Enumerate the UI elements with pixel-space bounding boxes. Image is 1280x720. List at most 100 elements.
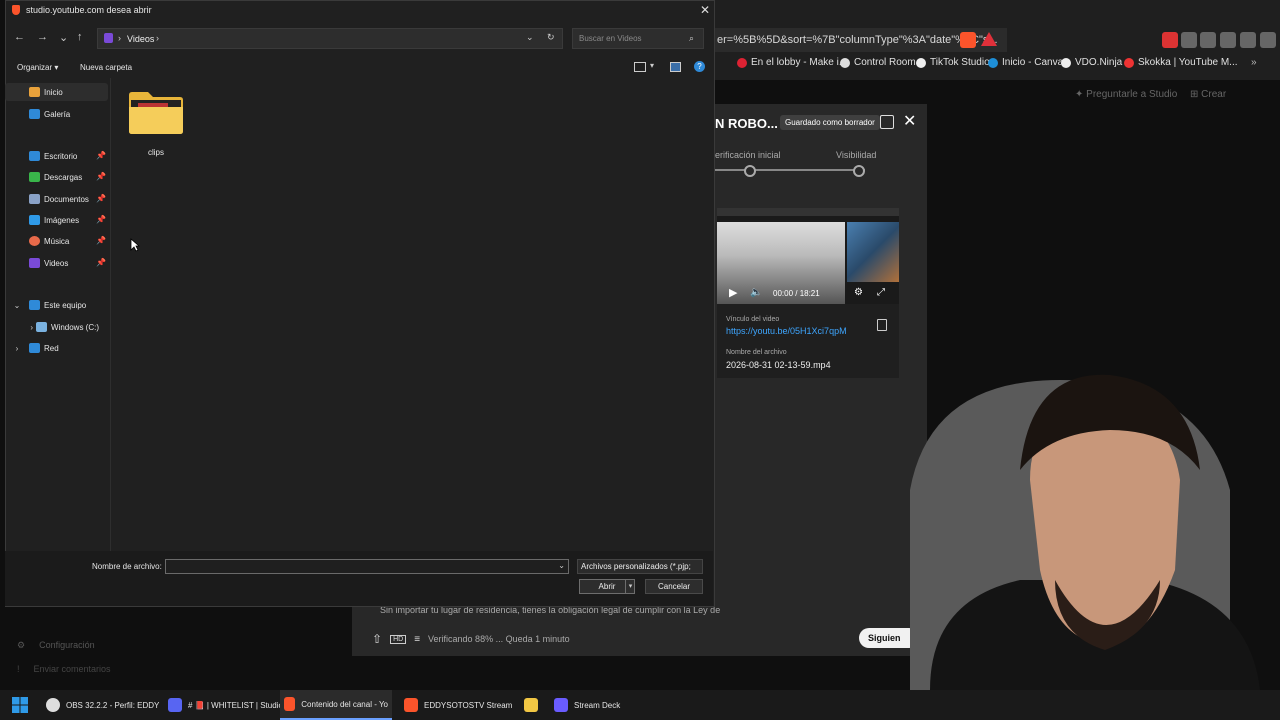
ask-studio-button[interactable]: ✦ Preguntarle a Studio	[1075, 89, 1177, 100]
back-arrow-icon[interactable]: ←	[14, 31, 25, 43]
chevron-right-icon[interactable]: ›	[5, 323, 36, 332]
nav-item-gallery[interactable]: Galería	[5, 105, 108, 123]
more-bookmarks-icon[interactable]: »	[1251, 57, 1257, 68]
folder-icon[interactable]	[128, 91, 184, 135]
dialog-title: studio.youtube.com desea abrir	[26, 5, 152, 15]
chevron-right-icon[interactable]: ›	[5, 344, 29, 353]
file-type-select[interactable]: Archivos personalizados (*.pjp;	[577, 559, 703, 574]
nav-item-pictures[interactable]: Imágenes 📌	[5, 211, 108, 229]
brave-shield-icon[interactable]	[960, 32, 976, 48]
search-input[interactable]: Buscar en Videos ⌕	[572, 28, 704, 49]
download-icon[interactable]	[1200, 32, 1216, 48]
create-label: Crear	[1201, 89, 1227, 100]
bookmark-tiktok[interactable]: TikTok Studio	[916, 57, 990, 68]
close-icon[interactable]: ✕	[903, 111, 916, 131]
fullscreen-icon[interactable]: ⤢	[877, 287, 885, 298]
taskbar-brave-studio[interactable]: Contenido del canal - Yo	[280, 690, 392, 720]
create-button[interactable]: ⊞ Crear	[1190, 89, 1226, 100]
video-preview[interactable]: ▶ 🔈 00:00 / 18:21 ⚙ ⤢	[717, 208, 899, 304]
nav-item-documents[interactable]: Documentos 📌	[5, 190, 108, 208]
nav-item-home[interactable]: Inicio	[5, 83, 108, 101]
bookmark-vdo-ninja[interactable]: VDO.Ninja	[1061, 57, 1122, 68]
nav-item-this-pc[interactable]: ⌄ Este equipo	[5, 296, 108, 314]
hd-icon: HD	[390, 634, 407, 644]
nav-item-music[interactable]: Música 📌	[5, 232, 108, 250]
upload-status-text: Verificando 88% ... Queda 1 minuto	[428, 634, 570, 644]
breadcrumb-videos[interactable]: Videos	[127, 34, 154, 44]
start-button[interactable]	[12, 690, 28, 720]
preview-pane-icon[interactable]	[670, 62, 681, 72]
bookmark-lobby[interactable]: En el lobby - Make i...	[737, 57, 847, 68]
streamer-image	[910, 374, 1260, 690]
forward-arrow-icon[interactable]: →	[37, 31, 48, 43]
document-icon	[29, 194, 40, 204]
sidebar-feedback[interactable]: ! Enviar comentarios	[17, 664, 111, 674]
cancel-button[interactable]: Cancelar	[645, 579, 703, 594]
gear-icon: ⚙	[17, 640, 26, 650]
tiktok-icon	[916, 57, 926, 68]
video-link[interactable]: https://youtu.be/05H1Xci7qpM	[726, 326, 847, 336]
address-bar[interactable]: › Videos › ⌄ ↻	[97, 28, 563, 49]
pin-icon[interactable]: 📌	[96, 194, 106, 203]
file-type-value: Archivos personalizados (*.pjp;	[581, 562, 691, 571]
close-icon[interactable]: ✕	[700, 3, 710, 17]
pin-icon[interactable]: 📌	[96, 151, 106, 160]
pin-icon[interactable]: 📌	[96, 258, 106, 267]
volume-icon[interactable]: 🔈	[750, 287, 762, 298]
chevron-down-icon[interactable]: ⌄	[558, 561, 565, 570]
organize-label: Organizar	[17, 63, 53, 72]
chevron-down-icon[interactable]: ⌄	[59, 31, 68, 44]
pin-icon[interactable]: 📌	[96, 215, 106, 224]
nav-item-drive-c[interactable]: › Windows (C:)	[5, 318, 108, 336]
taskbar-brave-stream[interactable]: EDDYSOTOSTV Stream	[400, 690, 516, 720]
step-checks[interactable]: erificación inicial	[715, 150, 781, 160]
up-arrow-icon[interactable]: ↑	[77, 31, 83, 43]
copy-icon[interactable]	[877, 319, 887, 331]
puzzle-icon[interactable]	[1181, 32, 1197, 48]
bookmark-control-room[interactable]: Control Room	[840, 57, 916, 68]
nav-item-downloads[interactable]: Descargas 📌	[5, 168, 108, 186]
help-icon[interactable]: ?	[694, 61, 705, 72]
vdo-ninja-icon	[1061, 57, 1071, 68]
sidebar-settings[interactable]: ⚙ Configuración	[17, 640, 95, 651]
refresh-icon[interactable]: ↻	[547, 32, 555, 43]
step-visibility[interactable]: Visibilidad	[836, 150, 876, 160]
ask-studio-label: Preguntarle a Studio	[1086, 89, 1178, 100]
taskbar-discord[interactable]: # 📕 | WHITELIST | Studio	[164, 690, 287, 720]
pin-icon[interactable]: 📌	[96, 172, 106, 181]
step-dot	[744, 165, 756, 177]
bookmark-canva[interactable]: Inicio - Canva	[988, 57, 1063, 68]
canva-icon	[988, 57, 998, 68]
chevron-down-icon[interactable]: ⌄	[526, 32, 534, 43]
open-dropdown-icon[interactable]: ▾	[625, 580, 635, 593]
new-folder-button[interactable]: Nueva carpeta	[80, 63, 132, 72]
sidebar-icon[interactable]	[1240, 32, 1256, 48]
chevron-down-icon[interactable]: ▾	[650, 61, 654, 70]
pane-divider[interactable]	[110, 78, 111, 551]
organize-button[interactable]: Organizar ▾	[17, 63, 58, 72]
report-icon[interactable]	[880, 115, 894, 129]
settings-icon[interactable]: ⚙	[854, 287, 863, 298]
pin-icon[interactable]: 📌	[96, 236, 106, 245]
nav-item-network[interactable]: › Red	[5, 339, 108, 357]
taskbar-label: EDDYSOTOSTV Stream	[424, 700, 513, 710]
play-icon[interactable]: ▶	[729, 286, 737, 299]
taskbar-obs[interactable]: OBS 32.2.2 - Perfil: EDDY	[42, 690, 163, 720]
media-icon[interactable]	[1220, 32, 1236, 48]
steps-progress-line	[715, 169, 865, 171]
menu-icon[interactable]	[1260, 32, 1276, 48]
bookmark-icon	[840, 57, 850, 68]
chevron-down-icon[interactable]: ⌄	[5, 301, 29, 310]
view-icon[interactable]	[634, 62, 646, 72]
nav-item-desktop[interactable]: Escritorio 📌	[5, 147, 108, 165]
folder-name[interactable]: clips	[128, 148, 184, 157]
player-time: 00:00 / 18:21	[773, 289, 820, 298]
videos-folder-icon	[104, 33, 113, 43]
extension-icon[interactable]	[1162, 32, 1178, 48]
brave-rewards-icon[interactable]	[981, 32, 997, 46]
taskbar-file-explorer[interactable]	[520, 690, 542, 720]
nav-item-videos[interactable]: Videos 📌	[5, 254, 108, 272]
filename-input[interactable]: ⌄	[165, 559, 569, 574]
bookmark-skokka[interactable]: Skokka | YouTube M...	[1124, 57, 1238, 68]
taskbar-stream-deck[interactable]: Stream Deck	[550, 690, 624, 720]
